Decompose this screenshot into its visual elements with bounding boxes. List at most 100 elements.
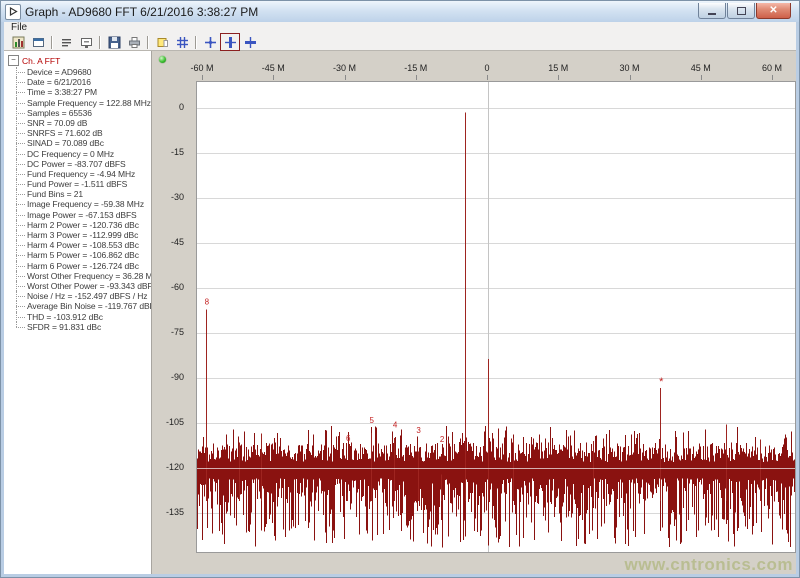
tree-item[interactable]: Sample Frequency = 122.88 MHz [16, 98, 151, 108]
tree-item[interactable]: Noise / Hz = -152.497 dBFS / Hz [16, 291, 151, 301]
copy-to-clipboard-icon [32, 36, 45, 49]
tree-item[interactable]: Fund Bins = 21 [16, 189, 151, 199]
tree-item[interactable]: Device = AD9680 [16, 67, 151, 77]
fit-vertical-icon [224, 36, 237, 49]
x-axis-label: -45 M [251, 63, 295, 73]
tooltip-button[interactable] [76, 33, 96, 51]
graph-settings-icon [12, 36, 25, 49]
x-axis-label: -15 M [394, 63, 438, 73]
x-axis-label: 0 [465, 63, 509, 73]
peak-marker: 6 [346, 434, 351, 443]
tree-item[interactable]: Harm 6 Power = -126.724 dBc [16, 261, 151, 271]
tooltip-icon [80, 36, 93, 49]
x-axis-label: 15 M [536, 63, 580, 73]
collapse-icon[interactable]: − [8, 55, 19, 66]
maximize-icon [737, 7, 746, 15]
tree-item[interactable]: SNRFS = 71.602 dB [16, 128, 151, 138]
tree-item[interactable]: Samples = 65536 [16, 108, 151, 118]
grid-button[interactable] [172, 33, 192, 51]
y-axis-label: -45 [154, 237, 184, 247]
x-axis-tick [772, 75, 773, 80]
fit-horizontal-icon [244, 36, 257, 49]
x-axis-tick [487, 75, 488, 80]
app-window: Graph - AD9680 FFT 6/21/2016 3:38:27 PM … [0, 0, 800, 578]
close-button[interactable]: ✕ [756, 3, 791, 19]
toolbar-separator [147, 36, 149, 49]
tree-item[interactable]: Average Bin Noise = -119.767 dBFS [16, 301, 151, 311]
close-icon: ✕ [769, 5, 777, 16]
toolbar-separator [51, 36, 53, 49]
legend-icon [60, 36, 73, 49]
tree-root-row[interactable]: − Ch. A FFT [8, 55, 151, 66]
toolbar-separator [99, 36, 101, 49]
tree-item[interactable]: Harm 4 Power = -108.553 dBc [16, 240, 151, 250]
tree-item[interactable]: Harm 5 Power = -106.862 dBc [16, 250, 151, 260]
grid-icon [176, 36, 189, 49]
minimize-icon [708, 10, 716, 15]
tree-children: Device = AD9680Date = 6/21/2016Time = 3:… [16, 67, 151, 332]
tree-item[interactable]: Fund Frequency = -4.94 MHz [16, 169, 151, 179]
legend-button[interactable] [56, 33, 76, 51]
x-axis-tick [202, 75, 203, 80]
graph-settings-button[interactable] [8, 33, 28, 51]
annotations-button[interactable] [152, 33, 172, 51]
fft-plot[interactable]: 8 6 5 4 3 2 * [196, 81, 796, 553]
x-axis-tick [701, 75, 702, 80]
print-button[interactable] [124, 33, 144, 51]
peak-marker: 4 [393, 421, 398, 430]
y-axis-label: -30 [154, 192, 184, 202]
x-axis-tick [345, 75, 346, 80]
y-axis-label: -75 [154, 327, 184, 337]
copy-to-clipboard-button[interactable] [28, 33, 48, 51]
y-axis-label: 0 [154, 102, 184, 112]
tree-item[interactable]: Harm 3 Power = -112.999 dBc [16, 230, 151, 240]
tree-item[interactable]: Worst Other Power = -93.343 dBFS [16, 281, 151, 291]
x-axis-label: -30 M [323, 63, 367, 73]
minimize-button[interactable] [698, 3, 726, 19]
tree-item[interactable]: Image Power = -67.153 dBFS [16, 210, 151, 220]
x-axis-tick [273, 75, 274, 80]
results-tree-panel: − Ch. A FFT Device = AD9680Date = 6/21/2… [4, 51, 152, 574]
tree-item[interactable]: Fund Power = -1.511 dBFS [16, 179, 151, 189]
tree-item[interactable]: DC Power = -83.707 dBFS [16, 159, 151, 169]
maximize-button[interactable] [727, 3, 755, 19]
peak-marker: * [659, 376, 664, 388]
x-axis-label: 30 M [608, 63, 652, 73]
tree-item[interactable]: Image Frequency = -59.38 MHz [16, 199, 151, 209]
tree-item[interactable]: Worst Other Frequency = 36.28 MHz [16, 271, 151, 281]
fit-vertical-button[interactable] [220, 33, 240, 51]
print-icon [128, 36, 141, 49]
toolbar-separator [195, 36, 197, 49]
fft-plot-svg: 8 6 5 4 3 2 * [197, 82, 795, 552]
fit-horizontal-button[interactable] [240, 33, 260, 51]
save-button[interactable] [104, 33, 124, 51]
center-view-button[interactable] [200, 33, 220, 51]
peak-marker: 3 [416, 426, 421, 435]
tree-item[interactable]: SNR = 70.09 dB [16, 118, 151, 128]
peak-marker: 8 [205, 298, 210, 307]
toolbar [4, 34, 796, 51]
x-axis-tick [630, 75, 631, 80]
tree-item[interactable]: Harm 2 Power = -120.736 dBc [16, 220, 151, 230]
tree-item[interactable]: Date = 6/21/2016 [16, 77, 151, 87]
peak-marker: 5 [369, 416, 374, 425]
center-view-icon [204, 36, 217, 49]
tree-item[interactable]: THD = -103.912 dBc [16, 312, 151, 322]
y-axis-label: -60 [154, 282, 184, 292]
y-axis-label: -120 [154, 462, 184, 472]
tree-item[interactable]: DC Frequency = 0 MHz [16, 149, 151, 159]
tree-root-label: Ch. A FFT [22, 56, 60, 66]
annotations-icon [156, 36, 169, 49]
status-led-icon [159, 56, 166, 63]
x-axis-tick [416, 75, 417, 80]
y-axis-label: -15 [154, 147, 184, 157]
x-axis-tick [558, 75, 559, 80]
x-axis-label: 45 M [679, 63, 723, 73]
title-bar[interactable]: Graph - AD9680 FFT 6/21/2016 3:38:27 PM … [1, 1, 799, 22]
save-icon [108, 36, 121, 49]
peak-marker: 2 [440, 435, 445, 444]
y-axis-label: -90 [154, 372, 184, 382]
tree-item[interactable]: Time = 3:38:27 PM [16, 87, 151, 97]
tree-item[interactable]: SINAD = 70.089 dBc [16, 138, 151, 148]
tree-item[interactable]: SFDR = 91.831 dBc [16, 322, 151, 332]
